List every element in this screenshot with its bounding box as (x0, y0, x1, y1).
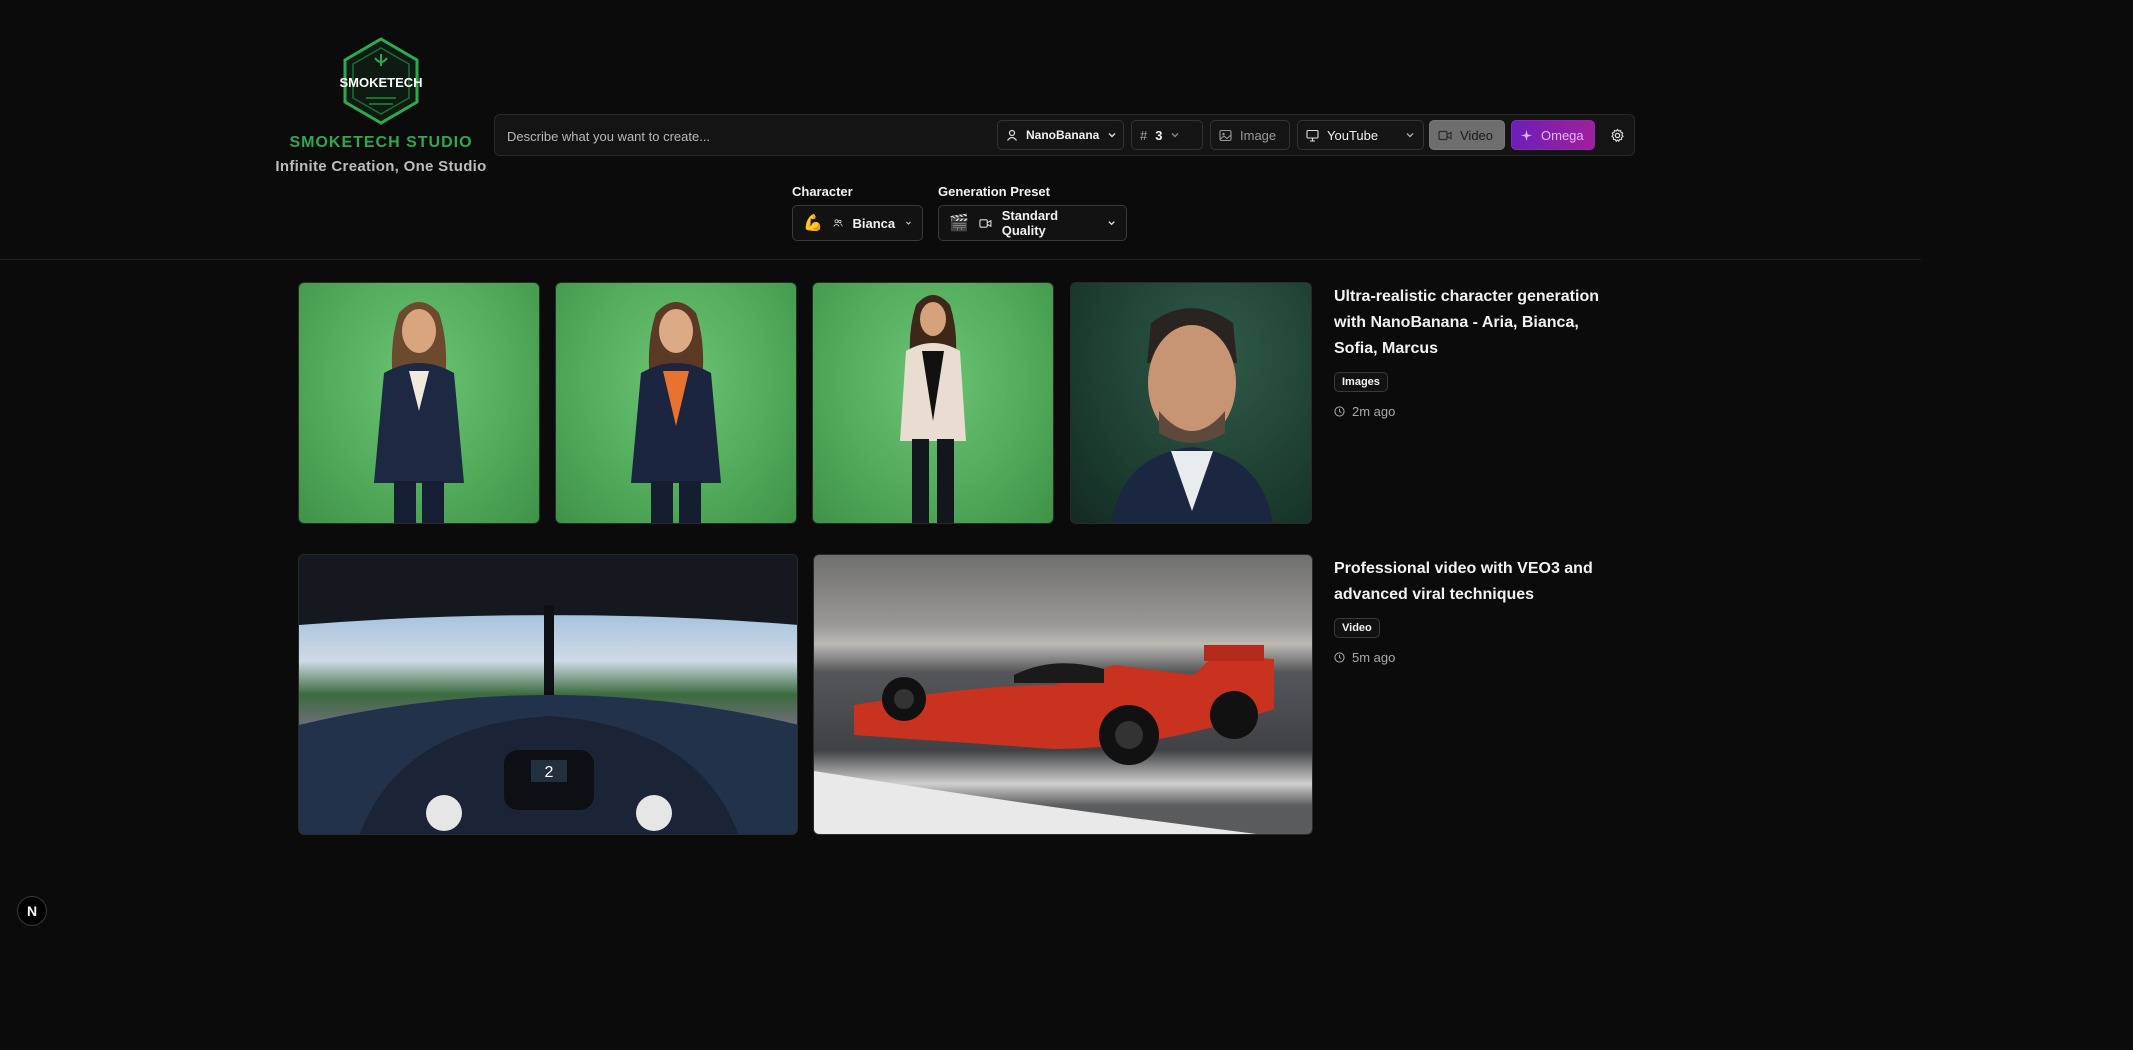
character-group: Character 💪 Bianca (792, 184, 923, 241)
model-label: NanoBanana (1026, 128, 1100, 142)
image-mode-button[interactable]: Image (1210, 120, 1290, 150)
gear-icon (1610, 128, 1624, 142)
clock-icon (1334, 652, 1345, 663)
video-camera-icon (1438, 130, 1452, 140)
tag-badge: Images (1334, 372, 1388, 392)
omega-button[interactable]: Omega (1511, 120, 1595, 150)
brand: SMOKETECH SMOKETECH STUDIO Infinite Crea… (270, 36, 492, 175)
generated-image-aria[interactable] (298, 282, 540, 524)
chevron-down-icon (1171, 133, 1179, 138)
generated-image-sofia[interactable] (812, 282, 1054, 524)
prompt-bar: NanoBanana # 3 Image YouTube Video Omega (494, 114, 1635, 156)
woman-in-orange-top-image (631, 302, 721, 523)
clock-icon (1334, 406, 1345, 417)
image-icon (1219, 129, 1232, 141)
tag-badge: Video (1334, 618, 1380, 638)
chevron-down-icon (1108, 133, 1116, 138)
monitor-icon (1306, 129, 1319, 142)
video-camera-icon (979, 218, 992, 228)
feed-item-video-info: Professional video with VEO3 and advance… (1334, 556, 1624, 665)
timestamp-text: 5m ago (1352, 650, 1396, 665)
character-label: Character (792, 184, 853, 199)
model-select[interactable]: NanoBanana (997, 120, 1124, 150)
man-portrait-image (1111, 308, 1273, 523)
chevron-down-icon (1406, 133, 1414, 138)
preset-label: Generation Preset (938, 184, 1050, 199)
count-value: 3 (1155, 127, 1163, 143)
video-f1-car-track[interactable] (813, 554, 1313, 835)
user-icon (1007, 129, 1017, 141)
preset-value: Standard Quality (1001, 208, 1059, 238)
character-select[interactable]: 💪 Bianca (792, 205, 923, 241)
sparkle-icon (1521, 129, 1532, 141)
preset-group: Generation Preset 🎬 Standard Quality (938, 184, 1127, 241)
svg-text:2: 2 (545, 764, 554, 781)
chevron-down-icon (1108, 221, 1115, 226)
woman-in-cream-blazer-image (900, 295, 966, 523)
feed-title: Professional video with VEO3 and advance… (1334, 560, 1593, 603)
hash-icon: # (1140, 127, 1148, 143)
platform-select[interactable]: YouTube (1297, 120, 1424, 150)
count-select[interactable]: # 3 (1131, 120, 1203, 150)
settings-button[interactable] (1607, 120, 1627, 150)
generated-image-marcus[interactable] (1070, 282, 1312, 524)
header-divider (0, 259, 1921, 260)
chevron-down-icon (906, 221, 911, 225)
logo-text: SMOKETECH (339, 75, 422, 90)
platform-label: YouTube (1327, 127, 1379, 143)
timestamp: 2m ago (1334, 404, 1624, 419)
omega-label: Omega (1541, 127, 1584, 143)
woman-in-navy-blazer-image (374, 302, 464, 523)
feed-item-images-info: Ultra-realistic character generation wit… (1334, 284, 1624, 419)
clapperboard-icon: 🎬 (949, 215, 969, 232)
preset-select[interactable]: 🎬 Standard Quality (938, 205, 1127, 241)
brand-tagline: Infinite Creation, One Studio (275, 158, 487, 175)
users-icon (833, 219, 843, 227)
generated-image-bianca[interactable] (555, 282, 797, 524)
image-mode-label: Image (1240, 127, 1277, 143)
red-f1-car-image (814, 645, 1274, 834)
f1-cockpit-image: 2 (299, 555, 797, 834)
video-cockpit-pov[interactable]: 2 (298, 554, 798, 835)
timestamp: 5m ago (1334, 650, 1624, 665)
timestamp-text: 2m ago (1352, 404, 1396, 419)
brand-name: SMOKETECH STUDIO (289, 134, 473, 151)
nextjs-dev-badge[interactable]: N (17, 896, 47, 926)
feed-title: Ultra-realistic character generation wit… (1334, 288, 1599, 357)
smoketech-logo: SMOKETECH (339, 37, 423, 125)
flexed-arm-icon: 💪 (803, 215, 823, 232)
video-mode-label: Video (1460, 127, 1494, 143)
character-value: Bianca (852, 215, 896, 231)
video-mode-button[interactable]: Video (1429, 120, 1505, 150)
prompt-input[interactable] (505, 123, 989, 149)
